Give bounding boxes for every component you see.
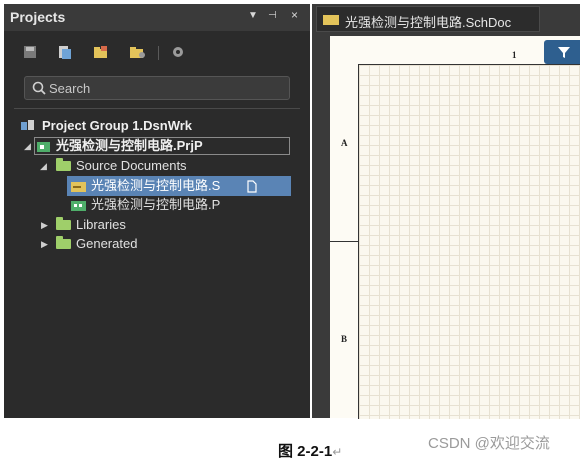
figure-caption-text: 图 2-2-1 (278, 443, 333, 460)
zone-label-b: B (341, 334, 348, 344)
folder-icon (56, 217, 71, 230)
source-documents-label: Source Documents (76, 158, 187, 173)
panel-divider (14, 108, 300, 109)
folder-icon (56, 158, 71, 171)
tree-item-project[interactable]: ◢ 光强检测与控制电路.PrjP (24, 137, 290, 155)
zone-divider (330, 241, 358, 242)
workspace-icon (20, 119, 36, 138)
toolbar-separator (158, 46, 159, 60)
folder-config-icon[interactable] (128, 44, 146, 60)
paragraph-mark: ↵ (332, 445, 343, 459)
project-label: 光强检测与控制电路.PrjP (56, 138, 203, 153)
document-tab-label: 光强检测与控制电路.SchDoc (345, 15, 512, 30)
expand-caret-icon[interactable]: ▶ (41, 235, 48, 253)
schematic-grid[interactable] (358, 64, 580, 419)
pcb-doc-icon (71, 199, 87, 217)
generated-label: Generated (76, 236, 138, 251)
tree-item-project-group[interactable]: Project Group 1.DsnWrk (18, 117, 288, 135)
zone-label-a: A (341, 138, 348, 148)
filter-icon (557, 45, 571, 64)
folder-icon (56, 236, 71, 249)
save-icon[interactable] (22, 44, 40, 60)
open-project-icon[interactable] (92, 44, 110, 60)
new-document-icon[interactable] (56, 44, 74, 60)
panel-title: Projects (10, 9, 66, 25)
tree-item-schematic[interactable]: 光强检测与控制电路.S (70, 177, 290, 195)
search-input[interactable] (49, 79, 279, 97)
schematic-doc-icon (323, 15, 339, 25)
panel-pin-button[interactable]: ⊣ (268, 10, 277, 21)
search-icon (32, 81, 46, 100)
expand-caret-icon[interactable]: ▶ (41, 216, 48, 234)
collapse-caret-icon[interactable]: ◢ (40, 157, 47, 175)
panel-header: Projects ▼ ⊣ × (4, 4, 310, 31)
panel-toolbar (4, 38, 310, 68)
tree-item-pcb[interactable]: 光强检测与控制电路.P (70, 196, 290, 214)
zone-label-1: 1 (512, 50, 517, 60)
pcb-file-label: 光强检测与控制电路.P (91, 197, 221, 212)
libraries-label: Libraries (76, 217, 126, 232)
panel-close-button[interactable]: × (291, 8, 298, 22)
tree-item-libraries[interactable]: ▶ Libraries (40, 216, 240, 234)
tree-item-generated[interactable]: ▶ Generated (40, 235, 240, 253)
watermark: CSDN @欢迎交流 (428, 435, 550, 452)
settings-icon[interactable] (170, 44, 188, 60)
schematic-file-label: 光强检测与控制电路.S (91, 178, 221, 193)
panel-menu-button[interactable]: ▼ (248, 10, 258, 21)
document-tab[interactable]: 光强检测与控制电路.SchDoc (316, 6, 540, 32)
collapse-caret-icon[interactable]: ◢ (24, 137, 31, 155)
tree-item-source-documents[interactable]: ◢ Source Documents (40, 157, 280, 175)
filter-button[interactable] (544, 40, 580, 64)
project-group-label: Project Group 1.DsnWrk (42, 118, 193, 133)
search-box[interactable] (24, 76, 290, 100)
figure-caption: 图 2-2-1↵ (278, 440, 342, 461)
